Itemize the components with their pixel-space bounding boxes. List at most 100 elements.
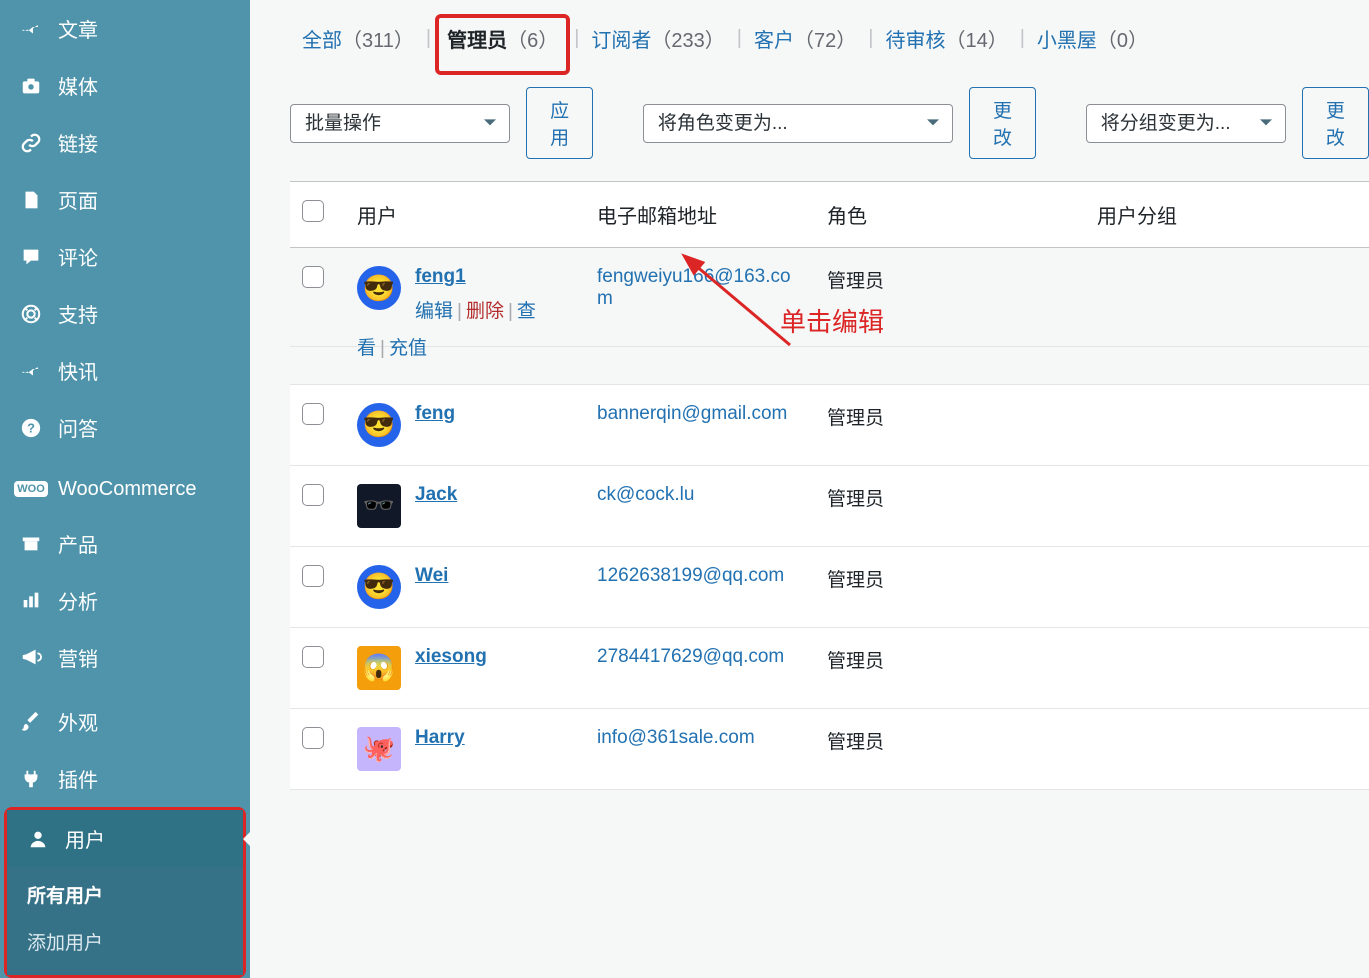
change-role-button[interactable]: 更改 bbox=[969, 87, 1036, 159]
sidebar-item-analytics[interactable]: 分析 bbox=[0, 572, 250, 629]
sidebar-item-marketing[interactable]: 营销 bbox=[0, 629, 250, 686]
username-link[interactable]: xiesong bbox=[415, 646, 487, 667]
submenu-add-user[interactable]: 添加用户 bbox=[7, 918, 243, 965]
edit-link[interactable]: 编辑 bbox=[415, 301, 453, 322]
filter-count: （72） bbox=[794, 30, 856, 52]
archive-icon bbox=[18, 532, 44, 554]
bulk-action-select[interactable]: 批量操作 bbox=[290, 104, 510, 143]
email-link[interactable]: fengweiyu166@163.com bbox=[597, 266, 791, 309]
apply-button[interactable]: 应用 bbox=[526, 87, 593, 159]
sidebar-item-qa[interactable]: ? 问答 bbox=[0, 399, 250, 456]
filter-pending[interactable]: 待审核（14） bbox=[873, 24, 1019, 53]
filter-admin[interactable]: 管理员（6） bbox=[435, 14, 570, 75]
sidebar-item-support[interactable]: 支持 bbox=[0, 285, 250, 342]
row-checkbox[interactable] bbox=[302, 266, 324, 288]
select-all-checkbox[interactable] bbox=[302, 200, 324, 222]
group-cell bbox=[1085, 708, 1369, 789]
email-link[interactable]: 1262638199@qq.com bbox=[597, 565, 784, 586]
group-cell bbox=[1085, 248, 1369, 347]
view-link[interactable]: 查 bbox=[517, 301, 536, 322]
row-actions: 看|充值 bbox=[357, 333, 573, 365]
sidebar-label: 用户 bbox=[65, 824, 105, 853]
sidebar-item-media[interactable]: 媒体 bbox=[0, 57, 250, 114]
table-row: 🕶️ Jack ck@cock.lu管理员 bbox=[290, 465, 1369, 546]
avatar: 😎 bbox=[357, 565, 401, 609]
row-checkbox[interactable] bbox=[302, 484, 324, 506]
username-link[interactable]: Harry bbox=[415, 727, 465, 748]
sidebar-item-posts[interactable]: 文章 bbox=[0, 0, 250, 57]
row-checkbox[interactable] bbox=[302, 646, 324, 668]
delete-link[interactable]: 删除 bbox=[466, 301, 504, 322]
sidebar-item-news[interactable]: 快讯 bbox=[0, 342, 250, 399]
sidebar-label: 链接 bbox=[58, 128, 98, 157]
sidebar-item-woocommerce[interactable]: WOO WooCommerce bbox=[0, 464, 250, 515]
change-role-select[interactable]: 将角色变更为... bbox=[643, 104, 953, 143]
th-email[interactable]: 电子邮箱地址 bbox=[585, 182, 815, 248]
sidebar-item-appearance[interactable]: 外观 bbox=[0, 693, 250, 750]
group-cell bbox=[1085, 627, 1369, 708]
filter-customer[interactable]: 客户（72） bbox=[742, 24, 868, 53]
row-checkbox[interactable] bbox=[302, 727, 324, 749]
filter-subscriber[interactable]: 订阅者（233） bbox=[579, 24, 736, 53]
highlight-users-menu: 用户 所有用户 添加用户 bbox=[4, 807, 246, 978]
filter-label: 待审核 bbox=[885, 30, 945, 52]
group-cell bbox=[1085, 384, 1369, 465]
camera-icon bbox=[18, 75, 44, 97]
plug-icon bbox=[18, 768, 44, 790]
row-checkbox[interactable] bbox=[302, 403, 324, 425]
sidebar-label: 快讯 bbox=[58, 356, 98, 385]
username-link[interactable]: Wei bbox=[415, 565, 448, 586]
email-link[interactable]: info@361sale.com bbox=[597, 727, 755, 748]
sidebar-item-users[interactable]: 用户 bbox=[7, 810, 243, 867]
change-group-select[interactable]: 将分组变更为... bbox=[1086, 104, 1286, 143]
sidebar-label: 页面 bbox=[58, 185, 98, 214]
change-group-button[interactable]: 更改 bbox=[1302, 87, 1369, 159]
username-link[interactable]: feng1 bbox=[415, 266, 466, 287]
sidebar-item-links[interactable]: 链接 bbox=[0, 114, 250, 171]
filter-label: 管理员 bbox=[447, 30, 507, 52]
comment-icon bbox=[18, 246, 44, 268]
filter-banned[interactable]: 小黑屋（0） bbox=[1025, 24, 1160, 53]
sidebar-item-comments[interactable]: 评论 bbox=[0, 228, 250, 285]
email-link[interactable]: ck@cock.lu bbox=[597, 484, 694, 505]
sidebar-label: WooCommerce bbox=[58, 478, 197, 501]
filter-all[interactable]: 全部（311） bbox=[290, 24, 426, 53]
sidebar-label: 文章 bbox=[58, 14, 98, 43]
row-actions: 编辑|删除|查 bbox=[415, 296, 536, 328]
email-link[interactable]: bannerqin@gmail.com bbox=[597, 403, 787, 424]
filter-count: （14） bbox=[945, 30, 1007, 52]
filter-label: 订阅者 bbox=[591, 30, 651, 52]
role-cell: 管理员 bbox=[815, 248, 1085, 347]
user-icon bbox=[25, 828, 51, 850]
sidebar-label: 支持 bbox=[58, 299, 98, 328]
group-cell bbox=[1085, 465, 1369, 546]
view-link[interactable]: 看 bbox=[357, 338, 376, 359]
submenu-all-users[interactable]: 所有用户 bbox=[7, 871, 243, 918]
row-checkbox[interactable] bbox=[302, 565, 324, 587]
bulk-action-bar: 批量操作 应用 将角色变更为... 更改 将分组变更为... 更改 bbox=[290, 87, 1369, 159]
recharge-link[interactable]: 充值 bbox=[389, 338, 427, 359]
sidebar-item-products[interactable]: 产品 bbox=[0, 515, 250, 572]
username-link[interactable]: feng bbox=[415, 403, 455, 424]
sidebar-item-plugins[interactable]: 插件 bbox=[0, 750, 250, 807]
th-user[interactable]: 用户 bbox=[345, 182, 585, 248]
sidebar-label: 营销 bbox=[58, 643, 98, 672]
question-icon: ? bbox=[18, 417, 44, 439]
table-row: 🐙 Harry info@361sale.com管理员 bbox=[290, 708, 1369, 789]
avatar: 🐙 bbox=[357, 727, 401, 771]
email-link[interactable]: 2784417629@qq.com bbox=[597, 646, 784, 667]
username-link[interactable]: Jack bbox=[415, 484, 457, 505]
link-icon bbox=[18, 132, 44, 154]
role-cell: 管理员 bbox=[815, 546, 1085, 627]
role-cell: 管理员 bbox=[815, 384, 1085, 465]
page-icon bbox=[18, 189, 44, 211]
megaphone-icon bbox=[18, 646, 44, 668]
filter-label: 小黑屋 bbox=[1037, 30, 1097, 52]
table-row: 😎 Wei 1262638199@qq.com 管理员 bbox=[290, 546, 1369, 627]
sidebar-item-pages[interactable]: 页面 bbox=[0, 171, 250, 228]
role-cell: 管理员 bbox=[815, 465, 1085, 546]
users-table: 用户 电子邮箱地址 角色 用户分组 😎 feng1 编辑|删除|查 fengwe… bbox=[290, 181, 1369, 790]
th-role: 角色 bbox=[815, 182, 1085, 248]
sidebar-label: 外观 bbox=[58, 707, 98, 736]
brush-icon bbox=[18, 711, 44, 733]
